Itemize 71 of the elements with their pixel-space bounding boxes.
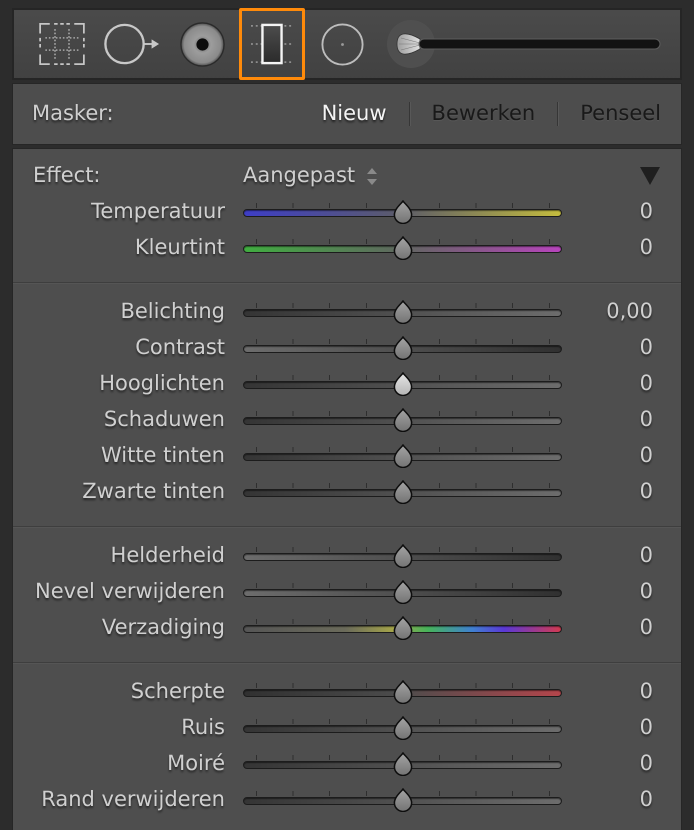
slider-track[interactable] [243,679,562,705]
slider-label: Belichting [119,298,225,326]
slider-label: Witte tinten [100,442,225,470]
slider-track[interactable] [243,443,562,469]
slider-track[interactable] [243,615,562,641]
slider-track[interactable] [243,335,562,361]
slider-track[interactable] [243,751,562,777]
slider-value: 0,00 [605,298,653,326]
slider-label: Nevel verwijderen [34,578,225,606]
slider-value: 0 [638,234,653,262]
slider-label: Moiré [166,750,225,778]
slider-label: Contrast [134,334,225,362]
slider-label: Verzadiging [100,614,225,642]
slider-thumb[interactable] [392,752,413,776]
effect-dropdown[interactable]: Aangepast [243,160,356,192]
slider-track[interactable] [243,715,562,741]
slider-track[interactable] [243,579,562,605]
slider-thumb[interactable] [392,544,413,568]
slider-track[interactable] [243,787,562,813]
slider-value: 0 [638,714,653,742]
slider-thumb[interactable] [392,716,413,740]
effect-label: Effect: [32,162,102,190]
slider-value: 0 [638,406,653,434]
slider-value: 0 [638,334,653,362]
slider-track[interactable] [243,479,562,505]
slider-thumb[interactable] [392,580,413,604]
slider-thumb[interactable] [392,444,413,468]
eye-icon [180,22,224,66]
slider-value: 0 [638,786,653,814]
slider-track[interactable] [243,235,562,261]
slider-label: Kleurtint [134,234,225,262]
slider-thumb[interactable] [392,200,413,224]
slider-label: Temperatuur [90,198,225,226]
slider-label: Ruis [180,714,225,742]
slider-label: Schaduwen [102,406,225,434]
slider-thumb[interactable] [392,408,413,432]
circle-arrow-icon [104,22,160,66]
brush-icon [387,19,662,69]
mask-label: Masker: [32,100,114,128]
slider-track[interactable] [243,299,562,325]
slider-thumb[interactable] [392,300,413,324]
slider-value: 0 [638,198,653,226]
slider-value: 0 [638,614,653,642]
slider-thumb[interactable] [392,480,413,504]
slider-track[interactable] [243,543,562,569]
slider-thumb[interactable] [392,372,413,396]
slider-track[interactable] [243,407,562,433]
slider-label: Scherpte [130,678,225,706]
slider-track[interactable] [243,371,562,397]
slider-value: 0 [638,442,653,470]
slider-value: 0 [638,578,653,606]
rectangle-icon [250,23,294,65]
circle-dot-icon [320,22,364,66]
slider-label: Hooglichten [98,370,225,398]
slider-thumb[interactable] [392,616,413,640]
slider-track[interactable] [243,199,562,225]
tool-button[interactable] [239,8,305,80]
slider-value: 0 [638,542,653,570]
mask-tab[interactable]: Nieuw [322,98,387,130]
slider-thumb[interactable] [392,236,413,260]
slider-thumb[interactable] [392,680,413,704]
dashed-grid-icon [37,23,87,65]
slider-value: 0 [638,478,653,506]
slider-label: Helderheid [110,542,225,570]
slider-label: Rand verwijderen [40,786,225,814]
slider-thumb[interactable] [392,336,413,360]
slider-value: 0 [638,678,653,706]
slider-label: Zwarte tinten [81,478,225,506]
slider-value: 0 [638,370,653,398]
slider-value: 0 [638,750,653,778]
slider-thumb[interactable] [392,788,413,812]
